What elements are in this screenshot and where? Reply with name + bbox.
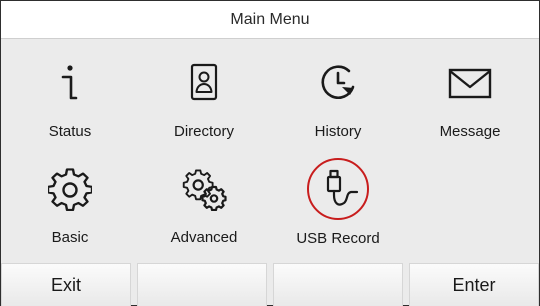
menu-item-message[interactable]: Message <box>403 39 537 144</box>
menu-item-label: Advanced <box>170 229 238 246</box>
info-icon <box>40 53 100 113</box>
menu-item-directory[interactable]: Directory <box>137 39 271 144</box>
gears-icon <box>174 159 234 219</box>
menu-item-label: History <box>314 123 362 140</box>
menu-item-label: Basic <box>51 229 89 246</box>
page-title: Main Menu <box>230 10 310 28</box>
gear-icon <box>40 159 100 219</box>
menu-item-history[interactable]: History <box>271 39 405 144</box>
menu-item-label: Message <box>439 123 501 140</box>
menu-item-usb-record[interactable]: USB Record <box>271 145 405 250</box>
softkey-bar: Exit Enter <box>1 263 539 306</box>
menu-item-label: Status <box>48 123 92 140</box>
history-clock-icon <box>308 53 368 113</box>
menu-item-label: Directory <box>173 123 234 140</box>
menu-item-label: USB Record <box>296 230 380 247</box>
menu-item-advanced[interactable]: Advanced <box>137 145 271 250</box>
contact-card-icon <box>174 53 234 113</box>
softkey-2[interactable] <box>137 263 267 306</box>
softkey-3[interactable] <box>273 263 403 306</box>
softkey-enter[interactable]: Enter <box>409 263 539 306</box>
title-bar: Main Menu <box>1 1 539 39</box>
usb-cable-icon <box>307 158 369 220</box>
menu-item-status[interactable]: Status <box>3 39 137 144</box>
envelope-icon <box>440 53 500 113</box>
menu-item-basic[interactable]: Basic <box>3 145 137 250</box>
softkey-exit[interactable]: Exit <box>1 263 131 306</box>
phone-screen: Main Menu Status Directory History Messa… <box>0 0 540 306</box>
menu-grid: Status Directory History Message Basic A… <box>1 39 539 257</box>
